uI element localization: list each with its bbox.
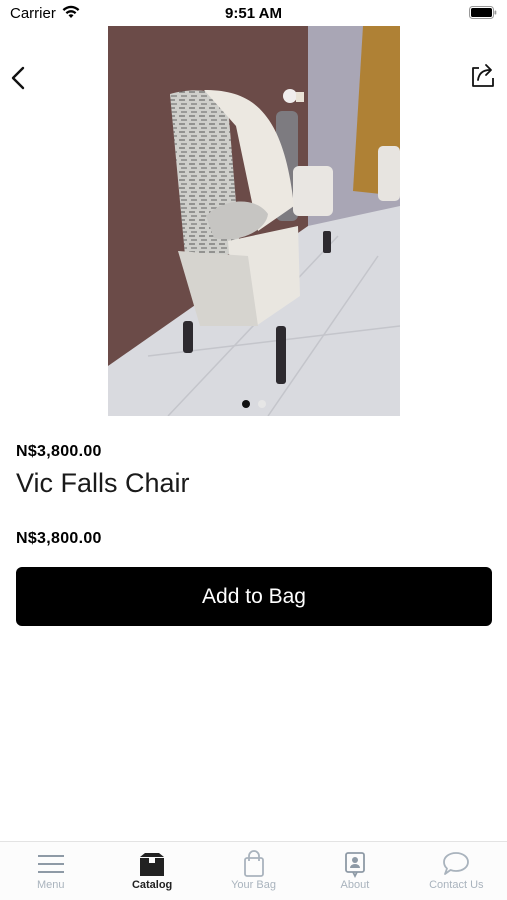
tab-contact-us[interactable]: Contact Us [406, 842, 507, 900]
pager-dot-1[interactable] [241, 400, 250, 408]
status-time: 9:51 AM [225, 5, 282, 22]
tab-menu-label: Menu [36, 879, 65, 891]
tab-catalog[interactable]: Catalog [101, 842, 202, 900]
product-price: N$3,800.00 [16, 530, 102, 547]
pager-dot-2[interactable] [258, 400, 267, 408]
hamburger-menu-icon [37, 855, 64, 873]
add-to-bag-button[interactable]: Add to Bag [16, 567, 492, 626]
tab-bar: Menu Catalog Your Bag About Contact Us [0, 841, 507, 900]
tab-catalog-label: Catalog [131, 879, 173, 891]
tab-about-label: About [340, 879, 370, 891]
chat-bubble-icon [443, 852, 470, 875]
box-icon [140, 853, 165, 876]
status-bar: Carrier 9:51 AM [0, 0, 507, 26]
shopping-bag-icon [243, 850, 264, 877]
product-photo [108, 26, 400, 416]
image-pager [108, 395, 400, 413]
back-chevron-icon[interactable] [8, 62, 30, 94]
tab-your-bag-label: Your Bag [231, 879, 276, 891]
battery-icon [469, 6, 497, 19]
product-title: Vic Falls Chair [16, 468, 190, 498]
tab-contact-us-label: Contact Us [429, 879, 484, 891]
tab-menu[interactable]: Menu [0, 842, 101, 900]
tab-about[interactable]: About [304, 842, 405, 900]
contact-card-icon [345, 852, 365, 878]
share-icon[interactable] [469, 60, 497, 90]
tab-your-bag[interactable]: Your Bag [203, 842, 304, 900]
product-image-carousel[interactable] [108, 26, 400, 416]
product-price-header: N$3,800.00 [16, 443, 102, 460]
